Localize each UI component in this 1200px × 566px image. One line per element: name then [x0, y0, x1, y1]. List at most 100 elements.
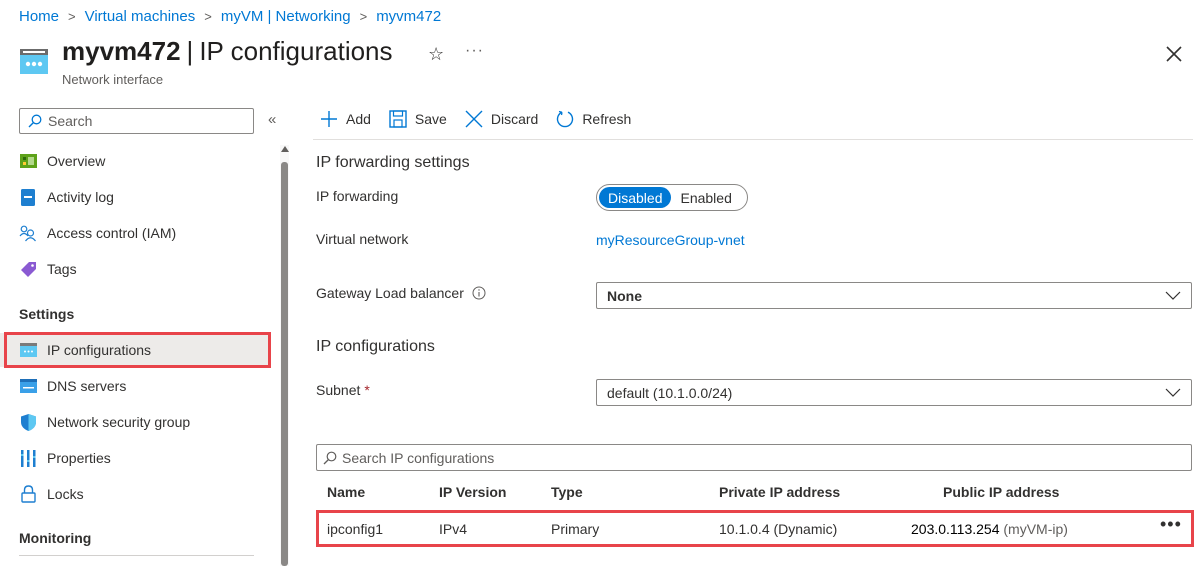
sidebar-item-dns-servers[interactable]: DNS servers [0, 369, 268, 403]
column-header-type[interactable]: Type [551, 484, 583, 500]
breadcrumb-virtual-machines[interactable]: Virtual machines [85, 8, 196, 25]
gateway-lb-label-text: Gateway Load balancer [316, 285, 464, 301]
chevron-right-icon: > [68, 9, 76, 24]
breadcrumb-vm-networking[interactable]: myVM | Networking [221, 8, 351, 25]
cell-public-ip: 203.0.113.254 (myVM-ip) [911, 521, 1068, 537]
public-ip-address: 203.0.113.254 [911, 521, 1000, 537]
refresh-icon [557, 110, 574, 128]
cell-name[interactable]: ipconfig1 [327, 521, 383, 537]
gateway-lb-label: Gateway Load balancer [316, 285, 486, 301]
overview-icon [19, 152, 37, 170]
subnet-label: Subnet * [316, 382, 370, 398]
search-icon [323, 451, 337, 464]
required-marker: * [364, 382, 370, 398]
chevron-right-icon: > [359, 9, 368, 24]
toggle-option-disabled[interactable]: Disabled [599, 187, 672, 208]
search-ip-configurations-input[interactable]: Search IP configurations [316, 444, 1192, 471]
sidebar-item-nsg[interactable]: Network security group [0, 405, 268, 439]
activity-log-icon [19, 188, 37, 206]
column-header-public-ip[interactable]: Public IP address [943, 484, 1059, 500]
section-ip-configurations: IP configurations [316, 338, 435, 355]
cell-type: Primary [551, 521, 600, 537]
scroll-up-icon[interactable] [280, 146, 289, 154]
sidebar-item-locks[interactable]: Locks [0, 477, 268, 511]
sidebar-item-label: Locks [47, 486, 84, 502]
sidebar-item-tags[interactable]: Tags [0, 252, 268, 286]
sidebar-item-label: Properties [47, 450, 111, 466]
sidebar-item-label: DNS servers [47, 378, 127, 394]
row-more-icon[interactable]: ••• [1160, 514, 1182, 535]
tag-icon [19, 260, 37, 278]
subnet-value: default (10.1.0.0/24) [607, 384, 733, 401]
sidebar-item-activity-log[interactable]: Activity log [0, 180, 268, 214]
scrollbar-thumb[interactable] [281, 162, 288, 566]
resource-type: Network interface [62, 72, 164, 87]
breadcrumb-nic[interactable]: myvm472 [376, 8, 441, 25]
divider [19, 555, 254, 556]
cell-private-ip: 10.1.0.4 (Dynamic) [719, 521, 838, 537]
sidebar-item-label: Tags [47, 261, 77, 277]
highlight-annotation [4, 332, 271, 368]
refresh-label: Refresh [582, 111, 632, 127]
sidebar-item-iam[interactable]: Access control (IAM) [0, 216, 268, 250]
add-button[interactable]: Add [320, 110, 371, 128]
virtual-network-label: Virtual network [316, 231, 409, 247]
search-placeholder: Search IP configurations [342, 449, 495, 466]
subnet-dropdown[interactable]: default (10.1.0.0/24) [596, 379, 1192, 406]
breadcrumb-home[interactable]: Home [19, 8, 59, 25]
column-header-ip-version[interactable]: IP Version [439, 484, 506, 500]
sidebar-item-label: Overview [47, 153, 106, 169]
subnet-label-text: Subnet [316, 382, 361, 398]
search-icon [28, 114, 42, 128]
save-icon [389, 110, 407, 128]
chevron-down-icon [1165, 388, 1181, 397]
blade-name: IP configurations [199, 36, 393, 66]
discard-button[interactable]: Discard [465, 110, 538, 128]
sidebar-item-label: Access control (IAM) [47, 225, 177, 241]
sidebar-item-overview[interactable]: Overview [0, 144, 268, 178]
command-bar: Add Save Discard Refresh [320, 110, 631, 128]
section-ip-forwarding-settings: IP forwarding settings [316, 154, 470, 171]
gateway-lb-value: None [607, 287, 642, 304]
search-placeholder: Search [48, 113, 93, 129]
sidebar-item-label: Activity log [47, 189, 114, 205]
column-header-name[interactable]: Name [327, 484, 365, 500]
divider [313, 139, 1193, 140]
cell-ip-version: IPv4 [439, 521, 468, 537]
dns-icon [19, 377, 37, 395]
column-header-private-ip[interactable]: Private IP address [719, 484, 840, 500]
add-label: Add [346, 111, 371, 127]
refresh-button[interactable]: Refresh [556, 110, 631, 128]
star-icon[interactable]: ☆ [428, 44, 444, 65]
discard-label: Discard [490, 111, 539, 127]
iam-icon [19, 224, 37, 242]
chevron-right-icon: > [204, 9, 212, 24]
sidebar-item-label: Network security group [47, 414, 191, 430]
gateway-lb-dropdown[interactable]: None [596, 282, 1192, 309]
properties-icon [19, 449, 37, 467]
public-ip-name[interactable]: (myVM-ip) [1003, 521, 1068, 537]
close-icon[interactable] [1165, 45, 1183, 63]
page-title: myvm472 | IP configurations [62, 36, 393, 66]
toggle-option-enabled[interactable]: Enabled [671, 187, 740, 208]
sidebar-section-settings: Settings [19, 306, 75, 322]
discard-icon [465, 110, 483, 128]
sidebar-item-properties[interactable]: Properties [0, 441, 268, 475]
ellipsis-icon[interactable]: ··· [465, 42, 484, 60]
save-label: Save [414, 111, 447, 127]
network-interface-icon [20, 49, 48, 74]
collapse-sidebar-icon[interactable]: « [268, 111, 276, 128]
chevron-down-icon [1165, 291, 1181, 300]
sidebar-section-monitoring: Monitoring [19, 530, 92, 546]
plus-icon [321, 111, 337, 127]
save-button[interactable]: Save [389, 110, 447, 128]
lock-icon [19, 485, 37, 503]
sidebar-search-input[interactable]: Search [19, 108, 254, 134]
virtual-network-link[interactable]: myResourceGroup-vnet [596, 232, 745, 248]
breadcrumb: Home > Virtual machines > myVM | Network… [19, 8, 441, 25]
resource-name: myvm472 [62, 36, 181, 66]
shield-icon [19, 413, 37, 431]
info-icon[interactable] [472, 286, 486, 300]
ip-forwarding-toggle[interactable]: Disabled Enabled [596, 184, 748, 211]
ip-forwarding-label: IP forwarding [316, 188, 399, 204]
